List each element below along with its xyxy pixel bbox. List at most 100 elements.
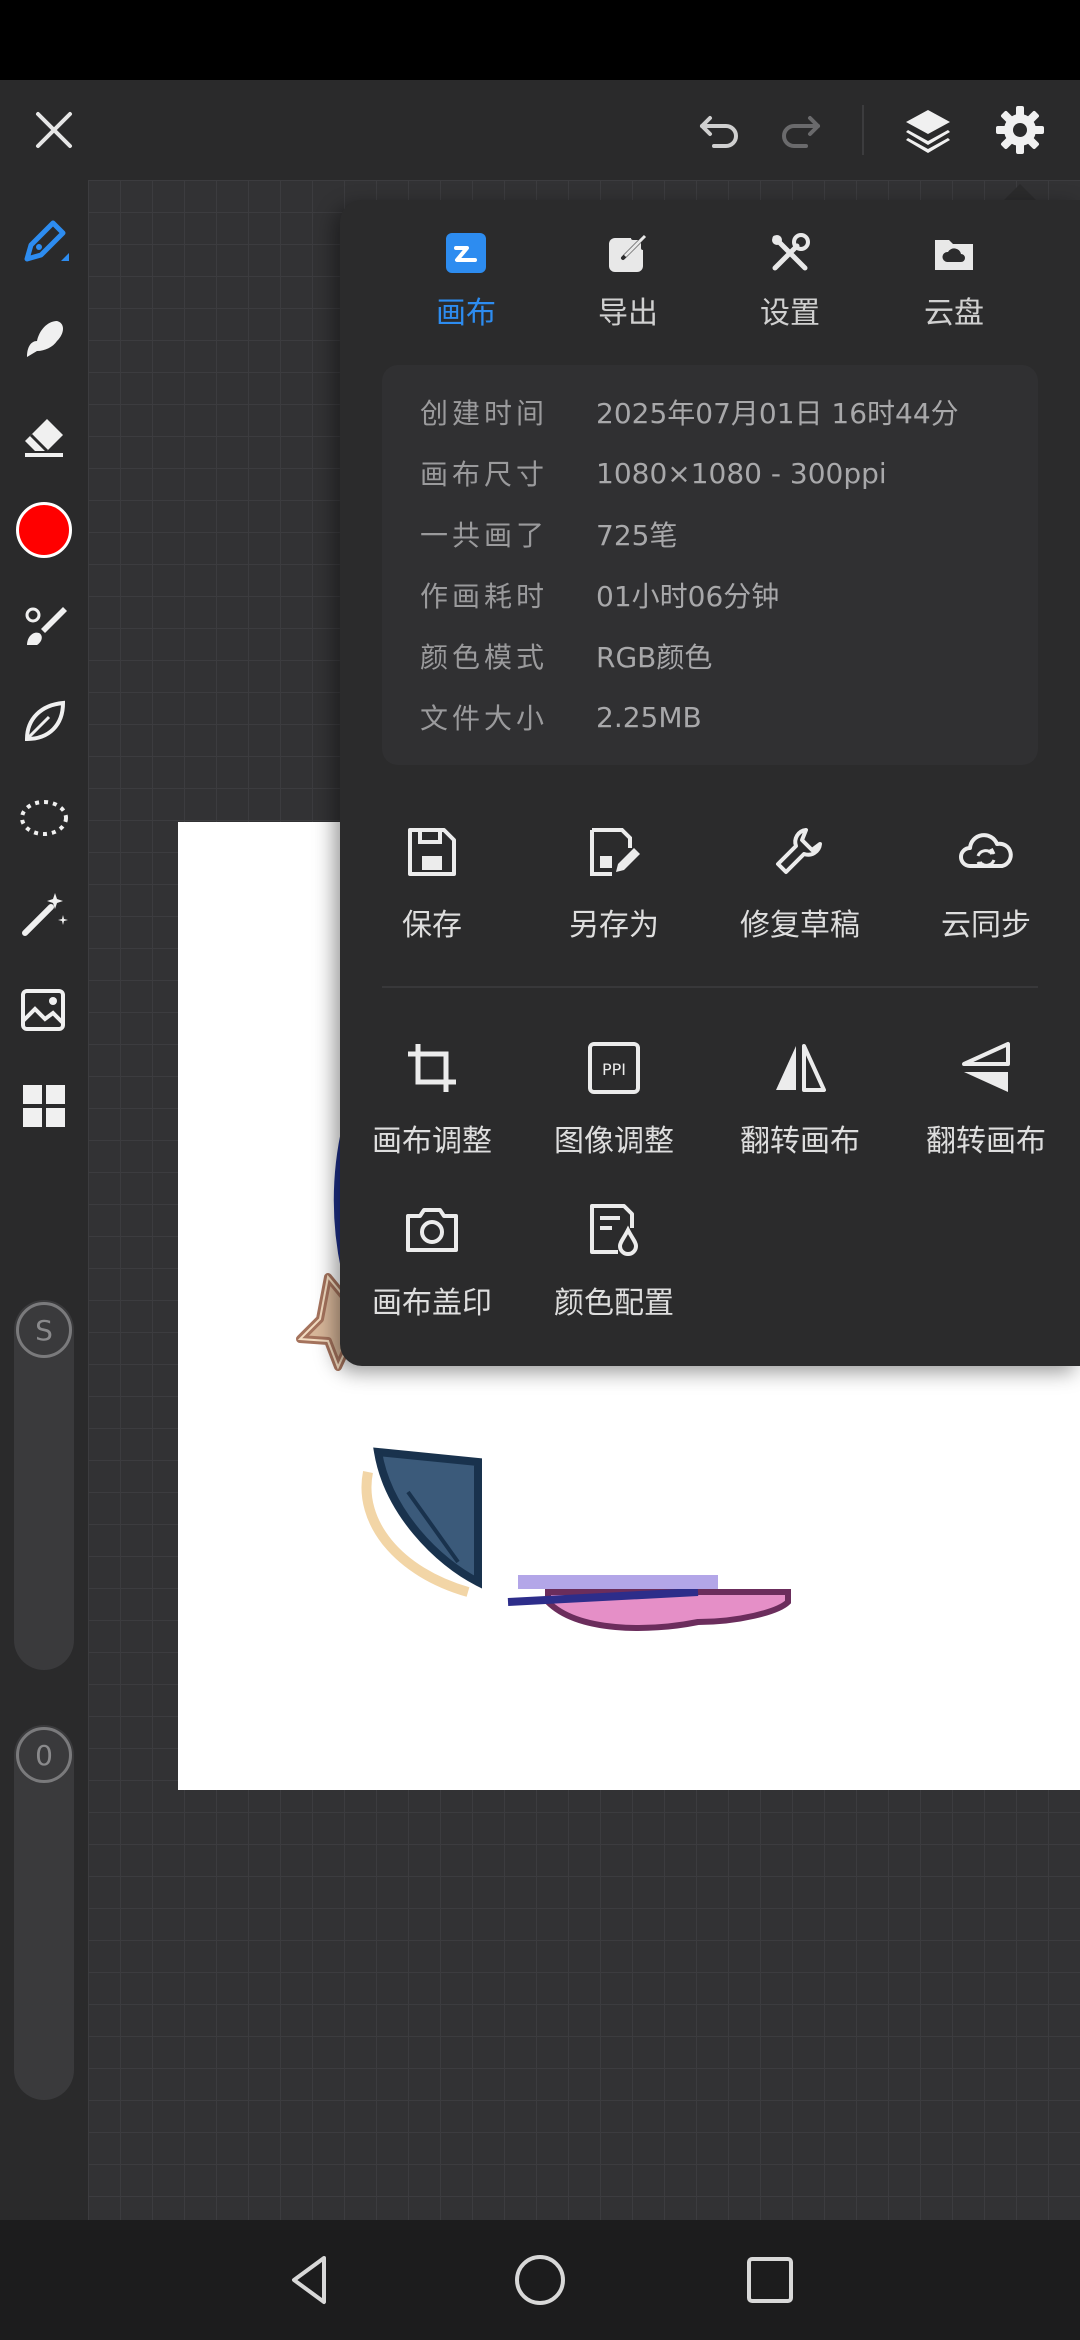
canvas-info-box: 创建时间 2025年07月01日 16时44分 画布尺寸 1080×1080 -…: [382, 365, 1038, 765]
tab-settings-label: 设置: [760, 296, 820, 331]
top-bar: [0, 80, 1080, 180]
cloud-sync-label: 云同步: [941, 908, 1031, 943]
info-key: 颜色模式: [420, 641, 549, 674]
crop-icon: [408, 1044, 456, 1092]
left-toolbar: S 0: [0, 180, 88, 2220]
flip-horizontal-label: 翻转画布: [740, 1124, 860, 1159]
close-button[interactable]: [14, 90, 94, 170]
info-value: 725笔: [596, 519, 678, 552]
paint-brush-tool[interactable]: [12, 594, 76, 658]
size-slider[interactable]: S: [14, 1300, 74, 1670]
info-value: 2.25MB: [596, 700, 702, 734]
pen-icon: [24, 220, 69, 262]
size-slider-knob[interactable]: S: [16, 1302, 72, 1358]
image-adjust-button[interactable]: PPI 图像调整: [534, 1038, 694, 1188]
info-key: 创建时间: [420, 397, 549, 430]
export-icon: [609, 234, 647, 272]
info-row-size: 画布尺寸 1080×1080 - 300ppi: [420, 448, 1020, 498]
info-value: 2025年07月01日 16时44分: [596, 397, 959, 430]
canvas-stamp-button[interactable]: 画布盖印: [352, 1200, 512, 1350]
grid-icon: [23, 1085, 65, 1127]
canvas-adjust-button[interactable]: 画布调整: [352, 1038, 512, 1188]
redo-button[interactable]: [760, 90, 840, 170]
leaf-tool[interactable]: [12, 690, 76, 754]
recents-square-icon: [747, 2257, 793, 2303]
magic-wand-icon: [22, 893, 68, 936]
save-icon: [408, 828, 456, 876]
color-profile-icon: [590, 1204, 639, 1256]
back-button[interactable]: [270, 2240, 350, 2320]
wrench-icon: [776, 828, 822, 874]
home-button[interactable]: [500, 2240, 580, 2320]
section-divider: [382, 986, 1038, 988]
tab-canvas-label: 画布: [436, 296, 496, 331]
flip-vertical-button[interactable]: 翻转画布: [906, 1038, 1066, 1188]
tab-canvas[interactable]: 画布: [396, 230, 536, 350]
save-button[interactable]: 保存: [352, 822, 512, 972]
info-key: 一共画了: [420, 519, 549, 552]
repair-draft-button[interactable]: 修复草稿: [720, 822, 880, 972]
smudge-icon: [27, 321, 63, 357]
flip-vertical-icon: [962, 1042, 1010, 1092]
info-key: 作画耗时: [420, 580, 549, 613]
paintbrush-icon: [25, 607, 67, 645]
gear-icon: [996, 106, 1044, 154]
flip-vertical-label: 翻转画布: [926, 1124, 1046, 1159]
ppi-icon: PPI: [588, 1042, 640, 1094]
tab-export-label: 导出: [598, 296, 658, 331]
flip-horizontal-icon: [776, 1044, 826, 1092]
eraser-icon: [25, 419, 63, 457]
camera-icon: [406, 1208, 458, 1252]
canvas-stamp-label: 画布盖印: [372, 1286, 492, 1321]
panel-tabs: 画布 导出 设置 云盘: [340, 230, 1080, 350]
close-icon: [36, 112, 72, 148]
settings-button[interactable]: [980, 90, 1060, 170]
smudge-tool[interactable]: [12, 306, 76, 370]
tab-cloud-label: 云盘: [924, 296, 984, 331]
status-bar: [0, 0, 1080, 80]
color-config-label: 颜色配置: [554, 1286, 674, 1321]
layers-icon: [906, 110, 950, 153]
grid-tool[interactable]: [12, 1074, 76, 1138]
image-icon: [21, 989, 65, 1031]
undo-button[interactable]: [680, 90, 760, 170]
ppi-icon-text: PPI: [602, 1060, 626, 1079]
info-value: RGB颜色: [596, 641, 713, 674]
info-row-file-size: 文件大小 2.25MB: [420, 692, 1020, 742]
image-adjust-tool[interactable]: [12, 978, 76, 1042]
tab-export[interactable]: 导出: [558, 230, 698, 350]
eraser-tool[interactable]: [12, 402, 76, 466]
color-config-button[interactable]: 颜色配置: [534, 1200, 694, 1350]
cloud-drive-icon: [935, 240, 973, 270]
canvas-adjust-label: 画布调整: [372, 1124, 492, 1159]
tab-cloud[interactable]: 云盘: [884, 230, 1024, 350]
info-key: 画布尺寸: [420, 458, 549, 491]
home-circle-icon: [515, 2255, 565, 2305]
lasso-tool[interactable]: [12, 786, 76, 850]
magic-wand-tool[interactable]: [12, 882, 76, 946]
info-row-strokes: 一共画了 725笔: [420, 509, 1020, 559]
info-value: 1080×1080 - 300ppi: [596, 456, 887, 490]
save-as-button[interactable]: 另存为: [534, 822, 694, 972]
tab-settings[interactable]: 设置: [720, 230, 860, 350]
system-nav-bar: [0, 2220, 1080, 2340]
save-as-icon: [590, 828, 640, 876]
repair-draft-label: 修复草稿: [740, 908, 860, 943]
canvas-tab-icon: [446, 233, 486, 273]
canvas-settings-panel: 画布 导出 设置 云盘 创建时间 2025年07月01日 16时44分 画布尺寸…: [340, 200, 1080, 1366]
brush-tool[interactable]: [12, 210, 76, 274]
info-row-time: 作画耗时 01小时06分钟: [420, 570, 1020, 620]
cloud-sync-icon: [959, 833, 1013, 869]
recents-button[interactable]: [730, 2240, 810, 2320]
leaf-icon: [24, 700, 66, 742]
image-adjust-label: 图像调整: [554, 1124, 674, 1159]
flip-horizontal-button[interactable]: 翻转画布: [720, 1038, 880, 1188]
lasso-icon: [20, 800, 68, 836]
opacity-slider-knob[interactable]: 0: [16, 1727, 72, 1783]
tools-icon: [772, 233, 810, 271]
layers-button[interactable]: [888, 90, 968, 170]
cloud-sync-button[interactable]: 云同步: [906, 822, 1066, 972]
opacity-slider[interactable]: 0: [14, 1725, 74, 2100]
color-picker[interactable]: [12, 498, 76, 562]
current-color-swatch: [16, 502, 72, 558]
